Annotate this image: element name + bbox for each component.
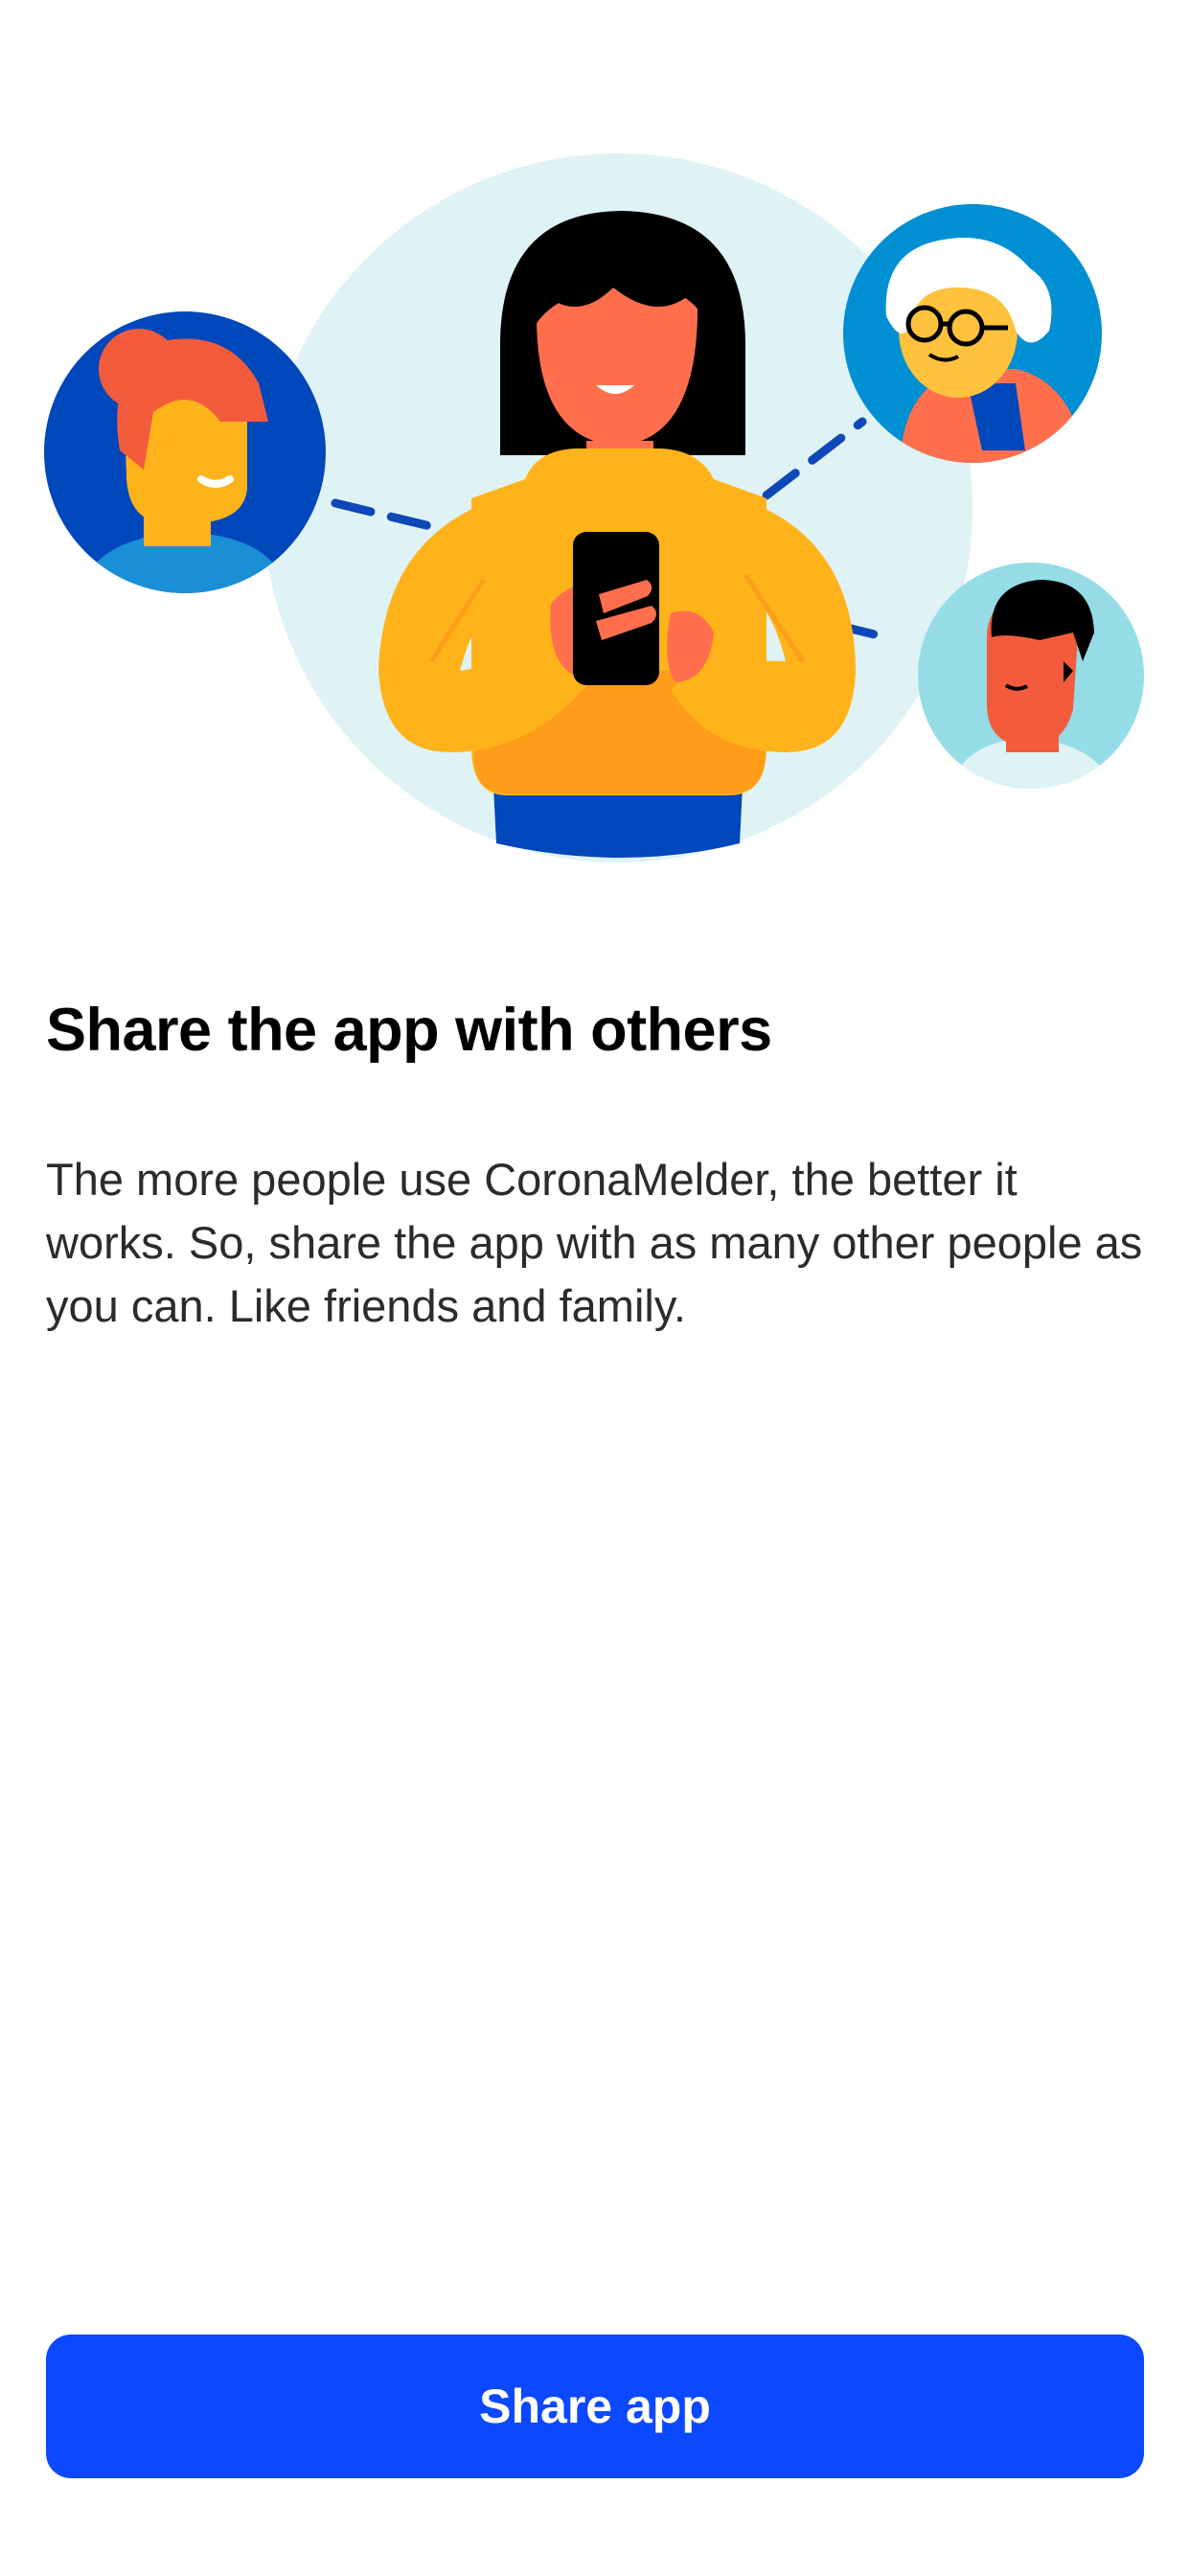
description-text: The more people use CoronaMelder, the be… bbox=[46, 1154, 1143, 1331]
page-title: Share the app with others bbox=[46, 997, 772, 1064]
avatar-right-man bbox=[918, 563, 1144, 789]
avatar-left-woman bbox=[44, 311, 326, 593]
share-app-button[interactable]: Share app bbox=[46, 2334, 1144, 2478]
people-sharing-illustration bbox=[44, 153, 1144, 862]
